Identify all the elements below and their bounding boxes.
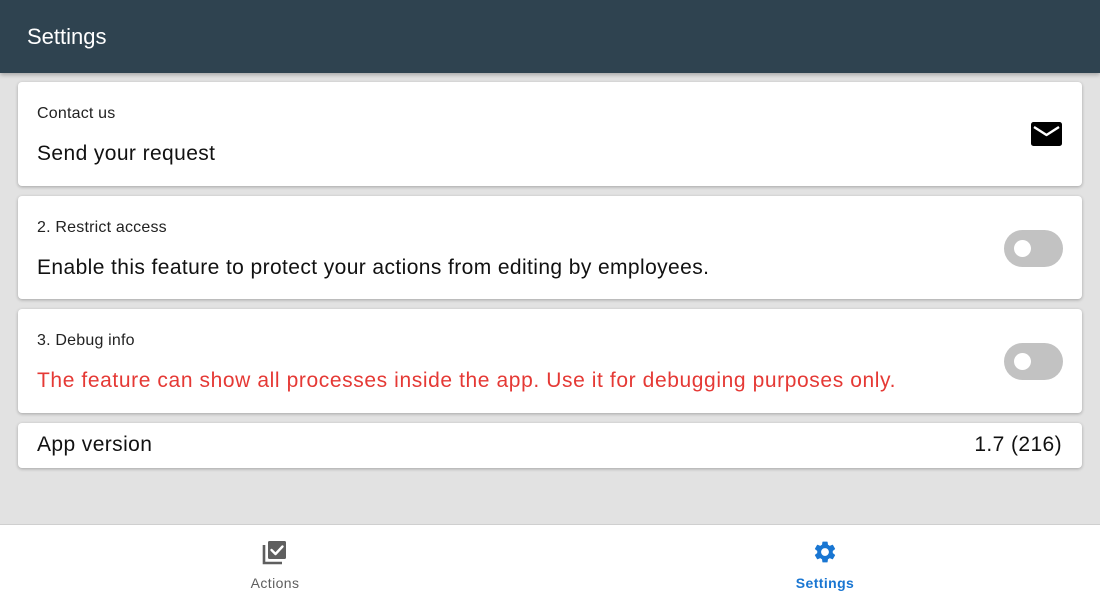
contact-us-label: Contact us	[37, 105, 116, 122]
checklist-icon	[262, 541, 286, 565]
page-title: Settings	[27, 23, 107, 49]
debug-info-card: 3. Debug info The feature can show all p…	[18, 309, 1082, 413]
restrict-access-toggle[interactable]	[1004, 230, 1063, 267]
debug-info-toggle[interactable]	[1004, 343, 1063, 380]
nav-label-settings: Settings	[795, 575, 855, 591]
app-bar: Settings	[0, 0, 1100, 73]
app-version-value: 1.7 (216)	[974, 433, 1062, 456]
mail-icon[interactable]	[1031, 122, 1062, 146]
app-version-label: App version	[37, 433, 153, 456]
app-version-card: App version 1.7 (216)	[18, 423, 1082, 468]
nav-label-actions: Actions	[250, 575, 300, 591]
contact-us-card[interactable]: Contact us Send your request	[18, 82, 1082, 186]
restrict-access-description: Enable this feature to protect your acti…	[37, 256, 710, 279]
restrict-access-card: 2. Restrict access Enable this feature t…	[18, 196, 1082, 299]
restrict-access-label: 2. Restrict access	[37, 219, 167, 236]
toggle-knob	[1014, 353, 1031, 370]
bottom-navigation: Actions Settings	[0, 524, 1100, 605]
debug-info-label: 3. Debug info	[37, 332, 135, 349]
contact-us-text: Send your request	[37, 142, 216, 165]
nav-item-settings[interactable]: Settings	[550, 525, 1100, 605]
debug-info-warning: The feature can show all processes insid…	[37, 369, 897, 392]
gear-icon	[814, 541, 836, 563]
toggle-knob	[1014, 240, 1031, 257]
nav-item-actions[interactable]: Actions	[0, 525, 550, 605]
